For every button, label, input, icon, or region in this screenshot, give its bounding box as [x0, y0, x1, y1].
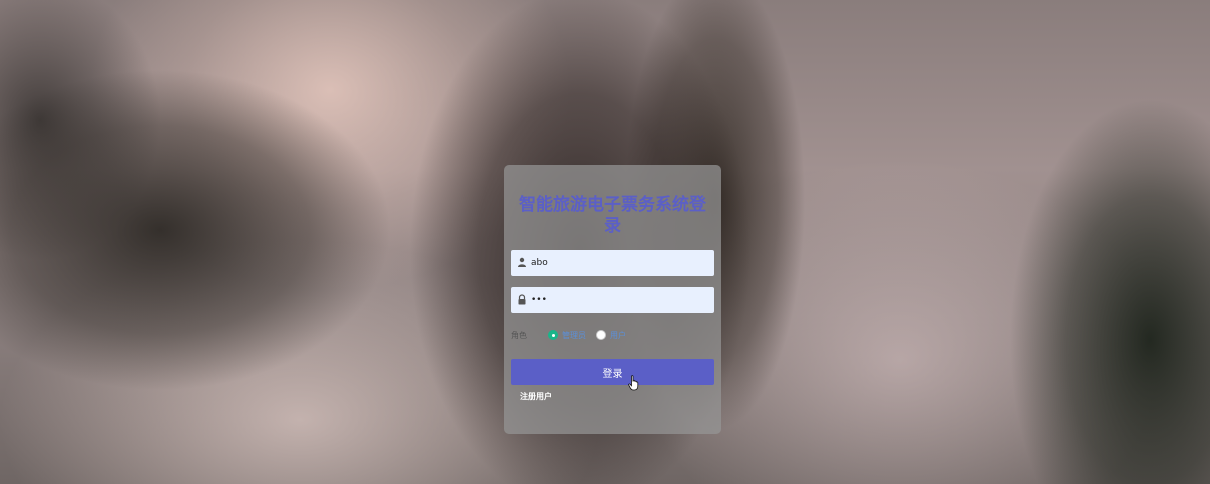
hand-cursor-icon	[628, 375, 639, 391]
role-admin-label[interactable]: 管理员	[562, 330, 586, 341]
password-field[interactable]	[511, 287, 714, 313]
login-card: 智能旅游电子票务系统登录 角色 管理员 用户 登录 注册用户	[504, 165, 721, 434]
page-title: 智能旅游电子票务系统登录	[519, 195, 706, 236]
password-input[interactable]	[531, 287, 709, 313]
role-user-label[interactable]: 用户	[610, 330, 626, 341]
role-selector: 角色 管理员 用户	[511, 329, 714, 343]
role-admin-radio[interactable]	[548, 330, 558, 340]
username-field[interactable]	[511, 250, 714, 276]
register-link[interactable]: 注册用户	[520, 391, 552, 402]
role-user-radio[interactable]	[596, 330, 606, 340]
user-icon	[518, 257, 526, 267]
lock-icon	[518, 294, 526, 305]
username-input[interactable]	[531, 250, 709, 276]
role-label: 角色	[511, 331, 527, 340]
login-button[interactable]: 登录	[511, 359, 714, 385]
